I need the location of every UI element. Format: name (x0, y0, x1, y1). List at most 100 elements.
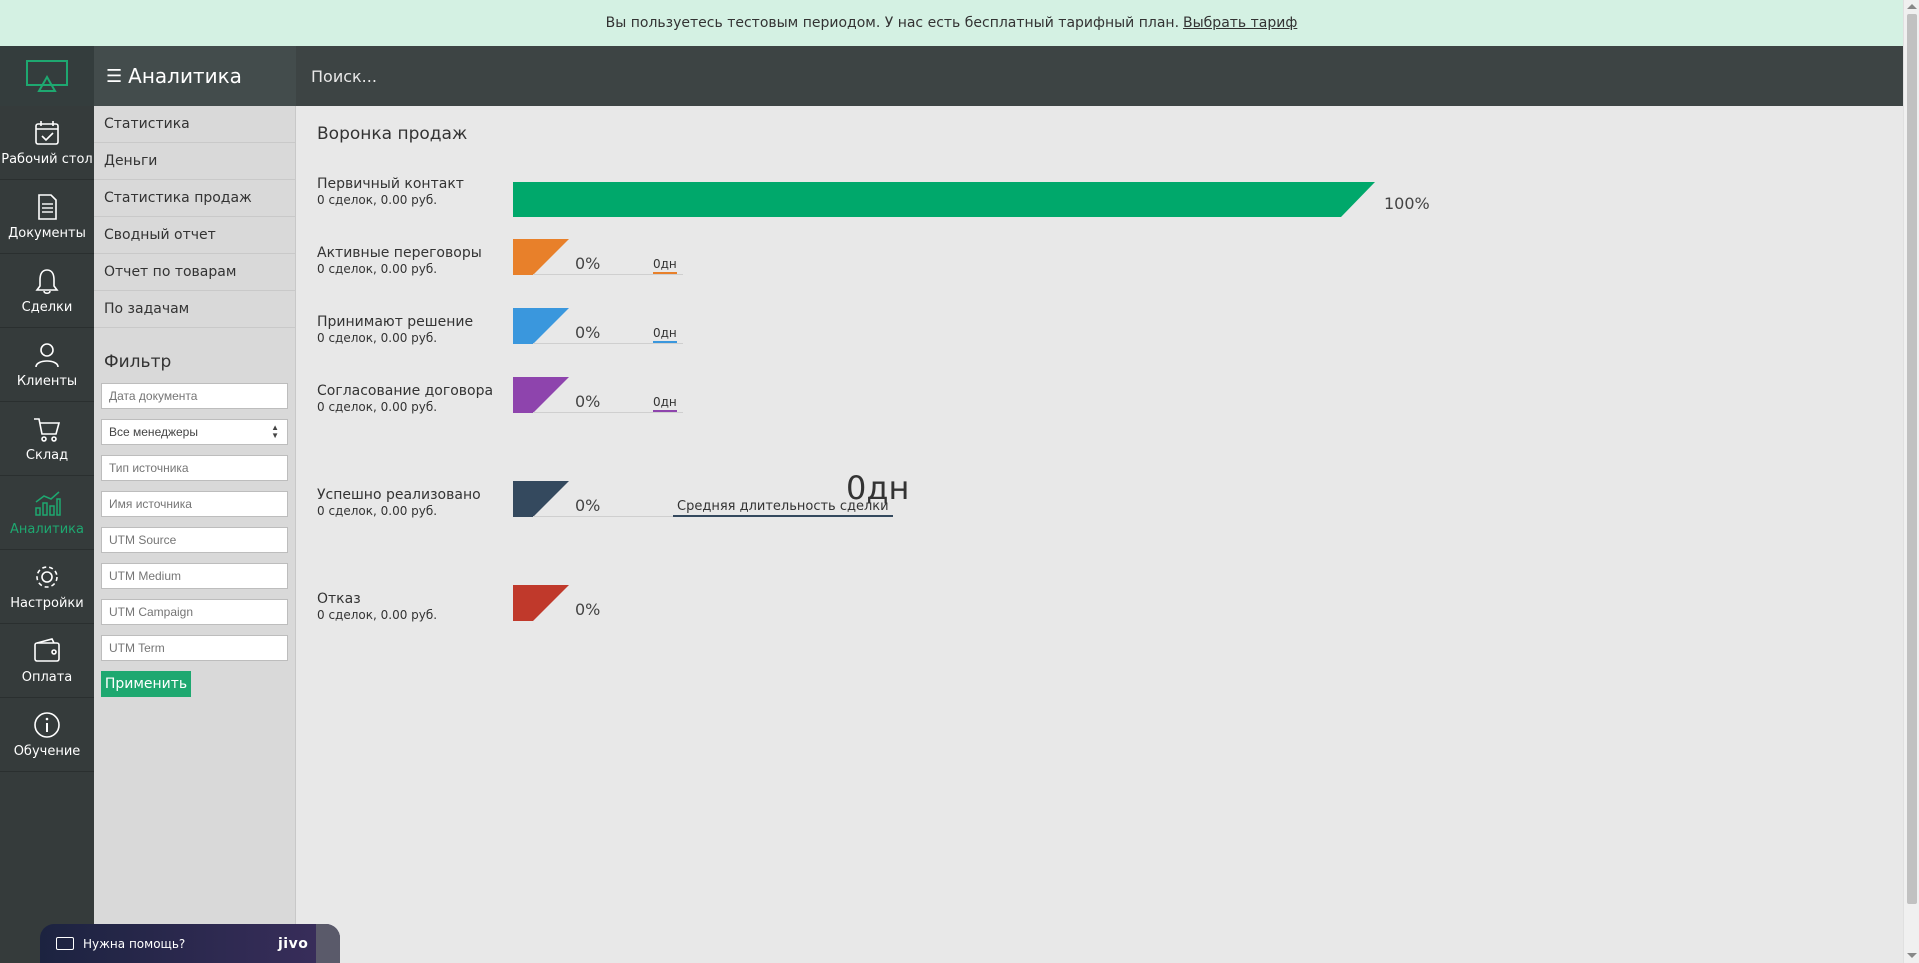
document-icon (38, 194, 57, 220)
stage-percent: 0% (575, 254, 601, 273)
nav-label: Сделки (21, 300, 73, 315)
section-header[interactable]: ☰ Аналитика (94, 46, 296, 106)
mail-icon (56, 937, 74, 950)
funnel-stage: Активные переговоры 0 сделок, 0.00 руб. … (317, 239, 1877, 285)
trial-banner: Вы пользуетесь тестовым периодом. У нас … (0, 0, 1903, 46)
scroll-down-icon[interactable] (1907, 953, 1917, 958)
stage-name: Принимают решение (317, 314, 474, 330)
submenu-item-sales-statistics[interactable]: Статистика продаж (94, 180, 295, 217)
app-logo[interactable] (0, 46, 94, 106)
stage-percent: 0% (575, 392, 601, 411)
stage-name: Успешно реализовано (317, 487, 481, 503)
funnel-stage: Отказ 0 сделок, 0.00 руб. 0% (317, 585, 1877, 631)
utm-term-input[interactable] (101, 635, 288, 661)
bell-icon (35, 269, 59, 295)
submenu-item-products-report[interactable]: Отчет по товарам (94, 254, 295, 291)
submenu-item-summary-report[interactable]: Сводный отчет (94, 217, 295, 254)
nav-item-payment[interactable]: Оплата (0, 624, 94, 698)
date-filter-input[interactable] (101, 383, 288, 409)
nav-item-learning[interactable]: Обучение (0, 698, 94, 772)
stage-summary: 0 сделок, 0.00 руб. (317, 193, 438, 207)
nav-item-deals[interactable]: Сделки (0, 254, 94, 328)
utm-source-input[interactable] (101, 527, 288, 553)
stage-divider (533, 274, 683, 275)
stage-bar-fill (513, 481, 569, 517)
stage-duration: 0дн (653, 257, 677, 274)
nav-label: Настройки (10, 596, 84, 611)
nav-item-desktop[interactable]: Рабочий стол (0, 106, 94, 180)
nav-label: Склад (25, 448, 69, 463)
funnel-stage: Первичный контакт 0 сделок, 0.00 руб. 10… (317, 176, 1877, 218)
funnel-stage: Принимают решение 0 сделок, 0.00 руб. 0%… (317, 308, 1877, 354)
search-input[interactable]: Поиск... (296, 46, 1903, 106)
jivo-logo: jivo (278, 935, 309, 952)
submenu-item-money[interactable]: Деньги (94, 143, 295, 180)
stage-bar-fill (513, 377, 569, 413)
stage-name: Отказ (317, 591, 361, 607)
filter-title: Фильтр (104, 352, 172, 372)
stage-bar (513, 239, 569, 275)
nav-item-documents[interactable]: Документы (0, 180, 94, 254)
nav-label: Оплата (21, 670, 73, 685)
page-title: Воронка продаж (317, 124, 468, 144)
stage-bar-fill (513, 308, 569, 344)
nav-item-warehouse[interactable]: Склад (0, 402, 94, 476)
scroll-thumb[interactable] (1907, 14, 1917, 904)
stage-divider (533, 343, 683, 344)
main-nav: Рабочий стол Документы Сделки Клиенты Ск… (0, 106, 94, 963)
stage-divider (533, 516, 683, 517)
utm-campaign-input[interactable] (101, 599, 288, 625)
stage-summary: 0 сделок, 0.00 руб. (317, 504, 438, 518)
source-name-input[interactable] (101, 491, 288, 517)
stage-bar (513, 481, 569, 517)
page-scrollbar[interactable] (1903, 0, 1919, 963)
wallet-icon (34, 638, 60, 662)
nav-label: Рабочий стол (1, 152, 93, 167)
stage-percent: 100% (1384, 194, 1430, 213)
apply-filter-button[interactable]: Применить (101, 671, 191, 697)
submenu-item-by-tasks[interactable]: По задачам (94, 291, 295, 328)
stage-name: Первичный контакт (317, 176, 464, 192)
help-chat-widget[interactable]: Нужна помощь? jivo (40, 924, 340, 963)
stage-percent: 0% (575, 496, 601, 515)
stage-summary: 0 сделок, 0.00 руб. (317, 608, 438, 622)
stage-name: Активные переговоры (317, 245, 482, 261)
scroll-up-icon[interactable] (1907, 4, 1917, 9)
funnel-stage: Согласование договора 0 сделок, 0.00 руб… (317, 377, 1877, 423)
nav-item-analytics[interactable]: Аналитика (0, 476, 94, 550)
choose-plan-link[interactable]: Выбрать тариф (1183, 15, 1297, 31)
calendar-icon (35, 121, 59, 145)
manager-select[interactable]: Все менеджеры ▲ ▼ (101, 419, 288, 445)
stage-bar (513, 182, 1375, 218)
stage-percent: 0% (575, 600, 601, 619)
cart-icon (34, 418, 61, 442)
gear-icon (36, 566, 58, 588)
chart-icon (35, 491, 61, 516)
info-icon (34, 712, 60, 738)
menu-icon[interactable]: ☰ (106, 66, 122, 87)
stage-bar (513, 377, 569, 413)
stage-bar (513, 585, 569, 621)
monitor-logo-icon (26, 60, 68, 92)
stage-duration: 0дн (653, 326, 677, 343)
nav-label: Клиенты (16, 374, 78, 389)
average-duration-label: Средняя длительность сделки (673, 499, 893, 517)
nav-item-clients[interactable]: Клиенты (0, 328, 94, 402)
stage-bar-fill (513, 585, 569, 621)
select-arrows-icon: ▲ ▼ (271, 423, 279, 440)
nav-label: Аналитика (10, 522, 84, 537)
trial-banner-text: Вы пользуетесь тестовым периодом. У нас … (605, 15, 1180, 31)
users-icon (35, 343, 59, 368)
source-type-input[interactable] (101, 455, 288, 481)
submenu-item-statistics[interactable]: Статистика (94, 106, 295, 143)
nav-label: Документы (8, 226, 86, 241)
utm-medium-input[interactable] (101, 563, 288, 589)
funnel-stage: Успешно реализовано 0 сделок, 0.00 руб. … (317, 469, 1877, 527)
stage-summary: 0 сделок, 0.00 руб. (317, 331, 438, 345)
manager-select-value: Все менеджеры (109, 425, 198, 439)
stage-duration: 0дн (653, 395, 677, 412)
stage-bar-fill (513, 182, 1375, 217)
nav-item-settings[interactable]: Настройки (0, 550, 94, 624)
nav-label: Обучение (13, 744, 81, 759)
analytics-submenu: Статистика Деньги Статистика продаж Свод… (94, 106, 296, 963)
